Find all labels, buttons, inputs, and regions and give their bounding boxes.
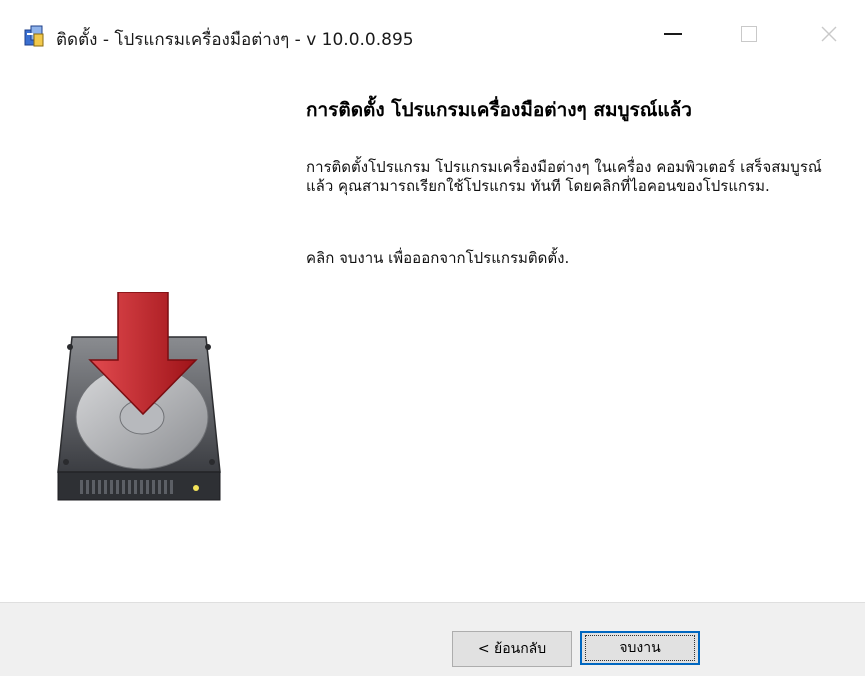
completion-message: การติดตั้งโปรแกรม โปรแกรมเครื่องมือต่างๆ… — [306, 158, 822, 195]
maximize-icon — [741, 26, 757, 42]
title-bar: ติดตั้ง - โปรแกรมเครื่องมือต่างๆ - v 10.… — [0, 0, 865, 62]
hard-drive-install-icon — [57, 292, 221, 501]
completion-heading: การติดตั้ง โปรแกรมเครื่องมือต่างๆ สมบูรณ… — [306, 99, 692, 121]
installer-app-icon — [24, 25, 44, 47]
minimize-icon — [664, 33, 682, 35]
close-button[interactable] — [806, 12, 852, 56]
maximize-button[interactable] — [726, 12, 772, 56]
back-button[interactable]: < ย้อนกลับ — [452, 631, 572, 667]
wizard-footer: < ย้อนกลับ จบงาน — [0, 602, 865, 676]
minimize-button[interactable] — [650, 12, 696, 56]
finish-instruction: คลิก จบงาน เพื่อออกจากโปรแกรมติดตั้ง. — [306, 249, 570, 267]
window-title: ติดตั้ง - โปรแกรมเครื่องมือต่างๆ - v 10.… — [56, 30, 414, 50]
finish-button[interactable]: จบงาน — [580, 631, 700, 665]
close-icon — [821, 26, 837, 42]
wizard-image-panel — [0, 62, 275, 602]
finish-button-label: จบงาน — [585, 635, 695, 661]
